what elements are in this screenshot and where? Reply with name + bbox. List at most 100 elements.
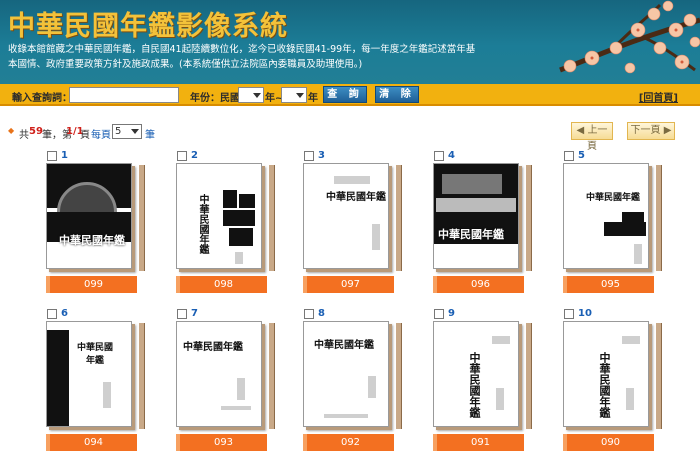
select-checkbox[interactable] bbox=[434, 151, 444, 161]
search-bar: 輸入查詢詞： 年份：民國 年~ 年 查 詢 清 除 [回首頁] bbox=[0, 84, 700, 106]
year-from-select[interactable] bbox=[238, 87, 264, 103]
book-spine bbox=[269, 323, 275, 429]
book-cover[interactable]: 中華民國年鑑 bbox=[563, 163, 649, 269]
book-cover[interactable]: 中華民國年鑑 bbox=[303, 321, 389, 427]
year-suffix: 年 bbox=[308, 93, 318, 104]
book-index: 8 bbox=[318, 308, 325, 319]
cover-title: 中華民國年鑑 bbox=[438, 228, 504, 241]
prev-page-button[interactable]: ◀ 上一頁 bbox=[571, 122, 613, 152]
year-label[interactable]: 092 bbox=[303, 434, 394, 451]
year-label[interactable]: 095 bbox=[563, 276, 654, 293]
book-card[interactable]: 6 中華民國年鑑 094 bbox=[46, 308, 145, 462]
select-checkbox[interactable] bbox=[304, 309, 314, 319]
next-page-button[interactable]: 下一頁 ▶ bbox=[627, 122, 675, 140]
book-spine bbox=[526, 323, 532, 429]
cover-title: 中華民國年鑑 bbox=[76, 343, 113, 366]
year-label[interactable]: 097 bbox=[303, 276, 394, 293]
per-page-label: 每頁 bbox=[91, 130, 111, 141]
select-checkbox[interactable] bbox=[304, 151, 314, 161]
select-checkbox[interactable] bbox=[564, 151, 574, 161]
select-checkbox[interactable] bbox=[47, 309, 57, 319]
next-icon: ▶ bbox=[663, 125, 672, 136]
chevron-down-icon bbox=[253, 93, 261, 98]
book-spine bbox=[139, 165, 145, 271]
book-index: 5 bbox=[578, 150, 585, 161]
year-label[interactable]: 093 bbox=[176, 434, 267, 451]
paging-bar: ◆ 共 59 筆，第 1/1 頁 每頁 5 筆 ◀ 上一頁 下一頁 ▶ bbox=[0, 122, 700, 152]
next-label: 下一頁 bbox=[630, 125, 661, 136]
book-card[interactable]: 2 中華民國年鑑 098 bbox=[176, 150, 275, 311]
book-index: 4 bbox=[448, 150, 455, 161]
per-page-suffix: 筆 bbox=[145, 130, 155, 141]
cover-title: 中華民國年鑑 bbox=[197, 194, 208, 254]
year-to-select[interactable] bbox=[281, 87, 307, 103]
year-label[interactable]: 098 bbox=[176, 276, 267, 293]
book-index: 6 bbox=[61, 308, 68, 319]
book-index: 1 bbox=[61, 150, 68, 161]
book-card[interactable]: 1 中華民國年鑑 099 bbox=[46, 150, 145, 311]
double-arrow-icon: ◆ bbox=[8, 126, 15, 135]
clear-button[interactable]: 清 除 bbox=[375, 86, 419, 103]
year-label[interactable]: 090 bbox=[563, 434, 654, 451]
book-card[interactable]: 3 中華民國年鑑 097 bbox=[303, 150, 402, 311]
app-title: 中華民國年鑑影像系統 bbox=[8, 11, 288, 42]
book-card[interactable]: 9 中華民國年鑑 091 bbox=[433, 308, 532, 462]
select-checkbox[interactable] bbox=[177, 309, 187, 319]
cover-title: 中華民國年鑑 bbox=[598, 352, 611, 418]
cover-title: 中華民國年鑑 bbox=[586, 193, 641, 203]
book-card[interactable]: 10 中華民國年鑑 090 bbox=[563, 308, 662, 462]
book-cover[interactable]: 中華民國年鑑 bbox=[46, 163, 132, 269]
book-index: 2 bbox=[191, 150, 198, 161]
book-cover[interactable]: 中華民國年鑑 bbox=[433, 163, 519, 269]
select-checkbox[interactable] bbox=[177, 151, 187, 161]
plum-blossom-decoration bbox=[559, 0, 700, 74]
book-index: 3 bbox=[318, 150, 325, 161]
year-label[interactable]: 091 bbox=[433, 434, 524, 451]
header-banner: 中華民國年鑑影像系統 收錄本館館藏之中華民國年鑑，自民國41起陸續數位化，迄今已… bbox=[0, 0, 700, 84]
book-spine bbox=[396, 165, 402, 271]
book-spine bbox=[656, 323, 662, 429]
prev-label: 上一頁 bbox=[587, 125, 608, 152]
year-label: 年份：民國 bbox=[190, 93, 240, 104]
select-checkbox[interactable] bbox=[434, 309, 444, 319]
total-count: 59 bbox=[29, 126, 43, 137]
book-card[interactable]: 7 中華民國年鑑 093 bbox=[176, 308, 275, 462]
select-checkbox[interactable] bbox=[564, 309, 574, 319]
year-label[interactable]: 096 bbox=[433, 276, 524, 293]
book-cover[interactable]: 中華民國年鑑 bbox=[46, 321, 132, 427]
book-index: 10 bbox=[578, 308, 592, 319]
cover-title: 中華民國年鑑 bbox=[59, 234, 125, 247]
book-card[interactable]: 8 中華民國年鑑 092 bbox=[303, 308, 402, 462]
book-index: 7 bbox=[191, 308, 198, 319]
total-prefix: 共 bbox=[19, 130, 29, 141]
query-label: 輸入查詢詞： bbox=[12, 93, 72, 104]
cover-title: 中華民國年鑑 bbox=[183, 342, 243, 353]
book-spine bbox=[656, 165, 662, 271]
cover-title: 中華民國年鑑 bbox=[314, 340, 374, 351]
year-label[interactable]: 099 bbox=[46, 276, 137, 293]
cover-title: 中華民國年鑑 bbox=[326, 192, 386, 203]
app-description: 收錄本館館藏之中華民國年鑑，自民國41起陸續數位化，迄今已收錄民國41-99年，… bbox=[8, 44, 476, 70]
per-page-value: 5 bbox=[115, 126, 122, 137]
book-cover[interactable]: 中華民國年鑑 bbox=[433, 321, 519, 427]
home-link[interactable]: [回首頁] bbox=[639, 89, 678, 104]
book-cover[interactable]: 中華民國年鑑 bbox=[176, 321, 262, 427]
book-card[interactable]: 5 中華民國年鑑 095 bbox=[563, 150, 662, 311]
book-cover[interactable]: 中華民國年鑑 bbox=[176, 163, 262, 269]
query-input[interactable] bbox=[69, 87, 179, 103]
search-button[interactable]: 查 詢 bbox=[323, 86, 367, 103]
year-label[interactable]: 094 bbox=[46, 434, 137, 451]
book-spine bbox=[139, 323, 145, 429]
per-page-select[interactable]: 5 bbox=[112, 124, 142, 139]
select-checkbox[interactable] bbox=[47, 151, 57, 161]
book-spine bbox=[526, 165, 532, 271]
book-card[interactable]: 4 中華民國年鑑 096 bbox=[433, 150, 532, 311]
book-spine bbox=[396, 323, 402, 429]
prev-icon: ◀ bbox=[576, 125, 585, 136]
book-cover[interactable]: 中華民國年鑑 bbox=[303, 163, 389, 269]
book-cover[interactable]: 中華民國年鑑 bbox=[563, 321, 649, 427]
page-suffix: 頁 bbox=[80, 130, 90, 141]
book-spine bbox=[269, 165, 275, 271]
book-index: 9 bbox=[448, 308, 455, 319]
chevron-down-icon bbox=[131, 129, 139, 134]
